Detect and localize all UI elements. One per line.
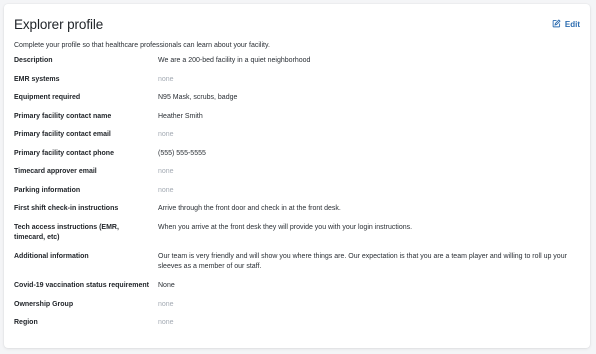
edit-button[interactable]: Edit xyxy=(552,19,580,30)
field-label: Region xyxy=(14,319,38,326)
field-row-timecard-approver: Timecard approver email none xyxy=(14,167,580,177)
field-row-contact-email: Primary facility contact email none xyxy=(14,130,580,140)
field-value: none xyxy=(158,319,174,326)
field-value: none xyxy=(158,131,174,138)
field-value: none xyxy=(158,168,174,175)
field-label: Parking information xyxy=(14,187,81,194)
field-row-equipment-required: Equipment required N95 Mask, scrubs, bad… xyxy=(14,93,580,103)
field-label: Additional information xyxy=(14,253,89,260)
field-value: None xyxy=(158,282,175,289)
field-row-parking: Parking information none xyxy=(14,186,580,196)
field-row-ownership-group: Ownership Group none xyxy=(14,300,580,310)
field-value: Our team is very friendly and will show … xyxy=(158,253,567,270)
field-label: Tech access instructions (EMR, timecard,… xyxy=(14,224,119,241)
field-row-first-shift-checkin: First shift check-in instructions Arrive… xyxy=(14,204,580,214)
field-value: We are a 200-bed facility in a quiet nei… xyxy=(158,57,311,64)
page-subtitle: Complete your profile so that healthcare… xyxy=(14,42,270,49)
page-title: Explorer profile xyxy=(14,17,104,32)
field-value: (555) 555-5555 xyxy=(158,150,206,157)
field-row-contact-phone: Primary facility contact phone (555) 555… xyxy=(14,149,580,159)
field-label: Primary facility contact phone xyxy=(14,150,114,157)
field-row-tech-access: Tech access instructions (EMR, timecard,… xyxy=(14,223,580,243)
field-value: none xyxy=(158,187,174,194)
field-row-additional-info: Additional information Our team is very … xyxy=(14,252,580,272)
field-row-region: Region none xyxy=(14,318,580,328)
edit-label: Edit xyxy=(564,20,580,29)
field-label: Equipment required xyxy=(14,94,81,101)
field-value: When you arrive at the front desk they w… xyxy=(158,224,413,231)
field-label: Ownership Group xyxy=(14,301,74,308)
field-label: First shift check-in instructions xyxy=(14,205,119,212)
card-header: Explorer profile Edit xyxy=(14,17,580,32)
field-label: Primary facility contact email xyxy=(14,131,111,138)
field-row-emr-systems: EMR systems none xyxy=(14,75,580,85)
edit-icon xyxy=(552,19,561,30)
field-value: Arrive through the front door and check … xyxy=(158,205,341,212)
explorer-profile-card: Explorer profile Edit Complete your prof… xyxy=(4,4,590,348)
field-value: Heather Smith xyxy=(158,113,203,120)
field-label: Primary facility contact name xyxy=(14,113,112,120)
field-value: N95 Mask, scrubs, badge xyxy=(158,94,238,101)
field-label: EMR systems xyxy=(14,76,60,83)
field-value: none xyxy=(158,301,174,308)
field-value: none xyxy=(158,76,174,83)
field-label: Description xyxy=(14,57,53,64)
field-row-contact-name: Primary facility contact name Heather Sm… xyxy=(14,112,580,122)
field-label: Covid-19 vaccination status requirement xyxy=(14,282,149,289)
field-row-covid-vaccination: Covid-19 vaccination status requirement … xyxy=(14,281,580,291)
field-label: Timecard approver email xyxy=(14,168,97,175)
field-row-description: Description We are a 200-bed facility in… xyxy=(14,56,580,66)
